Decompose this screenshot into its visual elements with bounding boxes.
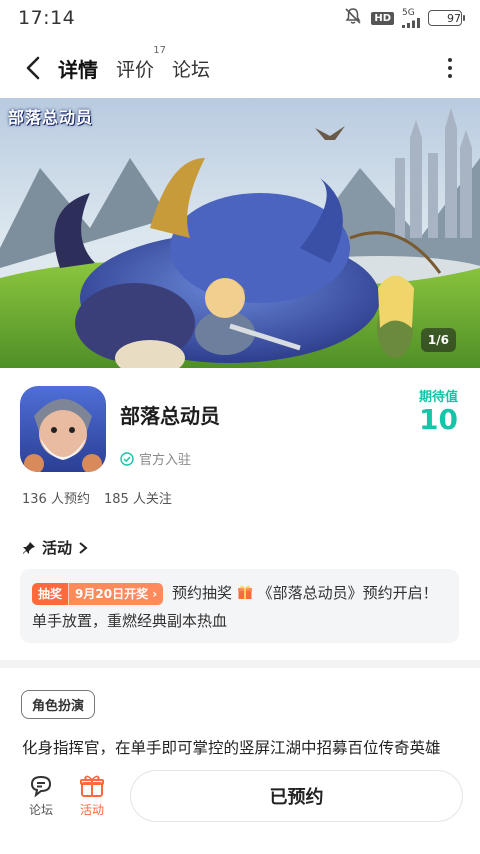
network-type: 5G — [402, 7, 415, 18]
official-label: 官方入驻 — [139, 453, 192, 468]
activity-card[interactable]: 抽奖 9月20日开奖 › 预约抽奖 《部落总动员》预约开启！单手放置，重燃经典副… — [20, 569, 459, 643]
reserved-button[interactable]: 已预约 — [130, 770, 463, 822]
page-indicator: 1/6 — [420, 328, 456, 352]
bottom-action-bar: 论坛 活动 已预约 — [0, 764, 480, 854]
tab-forum[interactable]: 论坛 — [172, 55, 210, 82]
tab-reviews[interactable]: 评价 17 — [116, 45, 166, 82]
gift-icon — [237, 584, 258, 602]
bottom-activity-button[interactable]: 活动 — [72, 774, 112, 818]
banner-artwork — [0, 98, 480, 368]
chevron-left-icon — [26, 56, 40, 80]
back-button[interactable] — [10, 44, 58, 92]
expectation-value: 10 — [419, 403, 458, 436]
activity-section-header[interactable]: 活动 — [22, 537, 88, 558]
official-badge: 官方入驻 — [120, 449, 191, 468]
genre-tag[interactable]: 角色扮演 — [21, 690, 96, 719]
game-stats: 136 人预约 185 人关注 — [22, 488, 172, 507]
game-app-icon — [20, 386, 106, 472]
more-menu-button[interactable] — [438, 48, 462, 88]
top-nav: 详情 评价 17 论坛 — [0, 40, 480, 96]
tab-reviews-label: 评价 — [116, 58, 155, 81]
follow-count: 185 人关注 — [103, 492, 172, 507]
battery-icon: 97 — [428, 10, 465, 26]
status-time: 17:14 — [18, 7, 76, 29]
status-icons: HD 5G 97 — [343, 6, 465, 30]
status-bar: 17:14 HD 5G 97 — [0, 0, 480, 36]
bottom-activity-label: 活动 — [79, 803, 104, 817]
bottom-forum-button[interactable]: 论坛 — [21, 774, 61, 818]
chevron-right-icon — [79, 541, 88, 554]
lottery-type: 抽奖 — [32, 582, 69, 605]
activity-heading: 活动 — [42, 539, 73, 557]
reservation-count: 136 人预约 — [22, 492, 90, 507]
lottery-date: 9月20日开奖 › — [68, 582, 164, 605]
bottom-forum-label: 论坛 — [28, 803, 53, 817]
game-description: 化身指挥官，在单手即可掌控的竖屏江湖中招募百位传奇英雄 — [22, 739, 441, 757]
game-title: 部落总动员 — [120, 404, 220, 428]
battery-level: 97 — [447, 11, 461, 25]
expectation-score: 期待值 10 — [419, 386, 458, 435]
verified-icon — [120, 451, 134, 466]
forum-icon — [30, 775, 52, 798]
activity-text-lead: 预约抽奖 — [171, 584, 232, 602]
banner-logo: 部落总动员 — [8, 108, 94, 127]
lottery-tag: 抽奖 9月20日开奖 › — [32, 582, 164, 605]
tab-details[interactable]: 详情 — [58, 54, 98, 83]
mute-icon — [343, 6, 363, 30]
section-divider — [0, 660, 480, 668]
signal-icon: 5G — [402, 7, 420, 28]
gift-box-icon — [80, 775, 104, 797]
hd-badge: HD — [371, 11, 394, 25]
banner-carousel[interactable]: 部落总动员 1/6 — [0, 98, 480, 368]
pin-icon — [23, 541, 35, 554]
review-count: 17 — [153, 44, 167, 56]
